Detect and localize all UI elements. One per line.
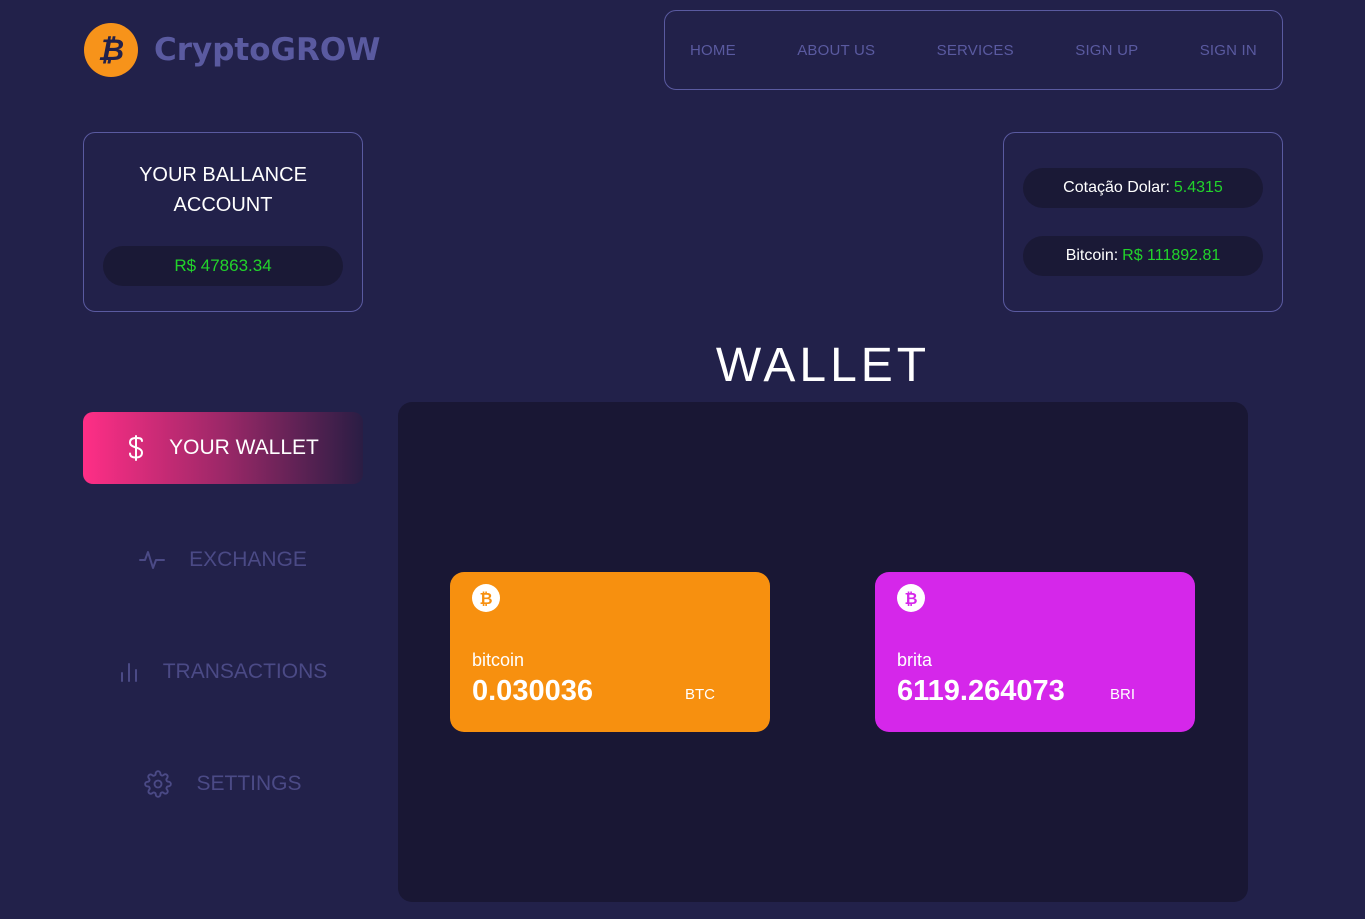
sidebar-item-label: TRANSACTIONS bbox=[162, 660, 328, 683]
svg-text:₿: ₿ bbox=[479, 589, 492, 608]
dollar-quote-label: Cotação Dolar: bbox=[1063, 179, 1170, 196]
nav-services[interactable]: SERVICES bbox=[937, 42, 1014, 59]
brand-logo[interactable]: ₿ CryptoGROW bbox=[84, 23, 380, 77]
sidebar-item-transactions[interactable]: TRANSACTIONS bbox=[83, 636, 363, 708]
bitcoin-quote-value: R$ 111892.81 bbox=[1122, 247, 1221, 264]
nav-sign-in[interactable]: SIGN IN bbox=[1200, 42, 1257, 59]
coin-symbol: BRI bbox=[1110, 686, 1136, 703]
wallet-title: WALLET bbox=[715, 339, 931, 392]
wallet-panel: ₿ bitcoin 0.030036 BTC ₿ brita 6119.2640… bbox=[398, 402, 1248, 902]
sidebar-item-label: EXCHANGE bbox=[189, 548, 307, 571]
bitcoin-quote-label: Bitcoin: bbox=[1065, 247, 1119, 264]
activity-icon bbox=[139, 549, 166, 571]
svg-text:₿: ₿ bbox=[98, 33, 124, 67]
bitcoin-logo-icon: ₿ bbox=[84, 23, 138, 77]
coin-amount: 0.030036 bbox=[472, 675, 593, 707]
bitcoin-icon: ₿ bbox=[472, 584, 500, 612]
sidebar-item-label: YOUR WALLET bbox=[169, 436, 319, 459]
bitcoin-icon: ₿ bbox=[897, 584, 925, 612]
quotes-card: Cotação Dolar: 5.4315 Bitcoin: R$ 111892… bbox=[1003, 132, 1283, 312]
brand-name: CryptoGROW bbox=[154, 32, 381, 68]
svg-text:₿: ₿ bbox=[904, 589, 917, 608]
coin-card-bitcoin[interactable]: ₿ bitcoin 0.030036 BTC bbox=[450, 572, 770, 732]
balance-value: R$ 47863.34 bbox=[103, 246, 343, 286]
gear-icon bbox=[144, 770, 173, 798]
bar-chart-icon bbox=[119, 661, 139, 683]
nav-sign-up[interactable]: SIGN UP bbox=[1075, 42, 1138, 59]
nav-about-us[interactable]: ABOUT US bbox=[797, 42, 875, 59]
nav-home[interactable]: HOME bbox=[690, 42, 736, 59]
sidebar-item-label: SETTINGS bbox=[196, 772, 302, 795]
coin-name: brita bbox=[897, 650, 933, 670]
page: ₿ CryptoGROW HOME ABOUT US SERVICES SIGN… bbox=[0, 0, 1365, 919]
dollar-quote: Cotação Dolar: 5.4315 bbox=[1023, 168, 1263, 208]
top-nav: HOME ABOUT US SERVICES SIGN UP SIGN IN bbox=[664, 10, 1283, 90]
dollar-icon bbox=[127, 434, 145, 462]
bitcoin-quote: Bitcoin: R$ 111892.81 bbox=[1023, 236, 1263, 276]
sidebar-item-settings[interactable]: SETTINGS bbox=[83, 748, 363, 820]
dollar-quote-value: 5.4315 bbox=[1173, 179, 1223, 196]
coin-card-brita[interactable]: ₿ brita 6119.264073 BRI bbox=[875, 572, 1195, 732]
balance-card: YOUR BALLANCE ACCOUNT R$ 47863.34 bbox=[83, 132, 363, 312]
sidebar-item-your-wallet[interactable]: YOUR WALLET bbox=[83, 412, 363, 484]
balance-title: YOUR BALLANCE ACCOUNT bbox=[139, 164, 307, 216]
sidebar-item-exchange[interactable]: EXCHANGE bbox=[83, 524, 363, 596]
coin-amount: 6119.264073 bbox=[897, 675, 1065, 707]
coin-name: bitcoin bbox=[472, 650, 525, 670]
coin-symbol: BTC bbox=[685, 686, 715, 703]
